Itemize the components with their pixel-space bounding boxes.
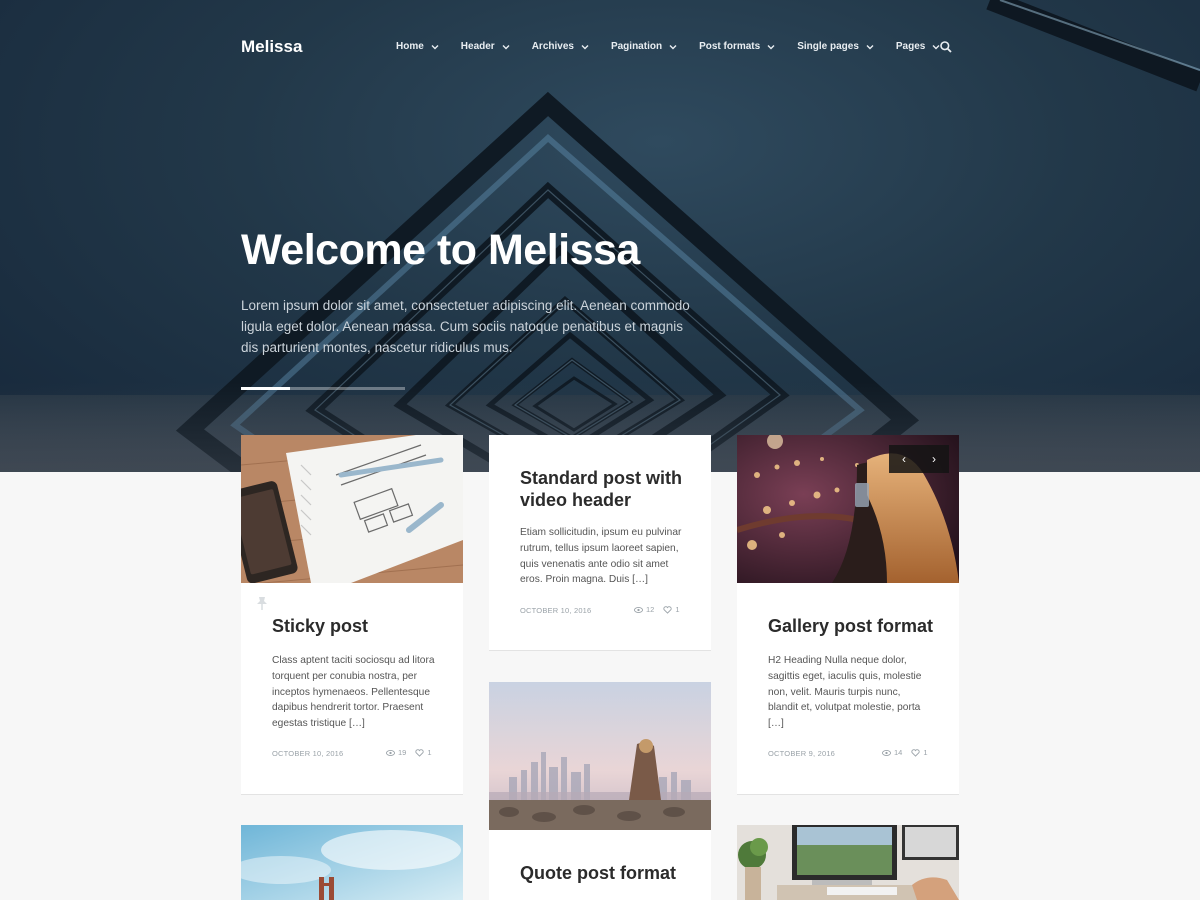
likes-count: 1	[427, 748, 432, 757]
gallery-next-button[interactable]: ›	[919, 445, 949, 473]
nav-item-archives[interactable]: Archives	[532, 40, 589, 54]
chevron-down-icon	[866, 45, 874, 50]
post-title[interactable]: Quote post format	[520, 862, 705, 884]
post-date: OCTOBER 9, 2016	[768, 749, 836, 758]
post-date: OCTOBER 10, 2016	[272, 749, 344, 758]
heart-icon[interactable]	[911, 748, 920, 757]
post-date: OCTOBER 10, 2016	[520, 606, 592, 615]
nav-item-label: Post formats	[699, 41, 761, 52]
nav-item-label: Home	[396, 41, 424, 52]
gallery-prev-button[interactable]: ‹	[889, 445, 919, 473]
chevron-down-icon	[669, 45, 677, 50]
nav-item-single-pages[interactable]: Single pages	[797, 40, 874, 54]
chevron-down-icon	[431, 45, 439, 50]
post-card-sticky[interactable]: Sticky post Class aptent taciti sociosqu…	[241, 435, 463, 795]
nav-item-home[interactable]: Home	[396, 40, 439, 54]
views-count: 19	[398, 748, 407, 757]
nav-item-label: Pages	[895, 41, 926, 52]
eye-icon	[386, 749, 395, 756]
post-thumbnail-city[interactable]	[489, 682, 711, 830]
post-stats: 12 1	[634, 605, 680, 614]
post-excerpt: Class aptent taciti sociosqu ad litora t…	[272, 655, 435, 730]
nav-item-label: Pagination	[610, 41, 663, 52]
likes-count: 1	[675, 605, 680, 614]
site-logo[interactable]: Melissa	[241, 36, 302, 58]
nav-item-label: Single pages	[797, 41, 859, 52]
nav-item-header[interactable]: Header	[461, 40, 510, 54]
chevron-down-icon	[502, 45, 510, 50]
post-thumbnail-bridge[interactable]	[241, 825, 463, 900]
nav-menu: Home Header Archives Pagination Post for…	[396, 40, 962, 54]
nav-item-label: Archives	[531, 41, 574, 52]
post-excerpt: Etiam sollicitudin, ipsum eu pulvinar ru…	[520, 527, 682, 586]
post-thumbnail-notebook[interactable]	[241, 435, 463, 583]
eye-icon	[882, 749, 891, 756]
nav-item-pages[interactable]: Pages	[896, 40, 940, 54]
post-title[interactable]: Standard post with video header	[520, 467, 695, 511]
chevron-down-icon	[581, 45, 589, 50]
gallery-controls: ‹ ›	[889, 445, 949, 473]
pin-icon	[257, 597, 267, 610]
slider-progress-fill	[241, 387, 291, 390]
post-card-gallery[interactable]: ‹ › Gallery post format H2 Heading Nulla…	[737, 435, 959, 795]
post-excerpt: H2 Heading Nulla neque dolor, sagittis e…	[768, 655, 922, 730]
hero-title: Welcome to Melissa	[241, 226, 640, 274]
post-card-quote[interactable]: Quote post format	[489, 682, 711, 900]
nav-item-pagination[interactable]: Pagination	[611, 40, 677, 54]
post-stats: 14 1	[882, 748, 928, 757]
views-count: 12	[646, 605, 655, 614]
post-card-desk[interactable]	[737, 825, 959, 900]
hero-description: Lorem ipsum dolor sit amet, consectetuer…	[241, 298, 690, 355]
chevron-down-icon	[767, 45, 775, 50]
post-card-bridge[interactable]	[241, 825, 463, 900]
post-card-standard-video[interactable]: Standard post with video header Etiam so…	[489, 435, 711, 651]
heart-icon[interactable]	[415, 748, 424, 757]
post-title[interactable]: Gallery post format	[768, 615, 953, 637]
likes-count: 1	[923, 748, 928, 757]
slider-progress-bar[interactable]	[241, 387, 405, 390]
main-navigation: Melissa Home Header Archives Pagination …	[241, 36, 959, 60]
post-thumbnail-desk[interactable]	[737, 825, 959, 900]
search-icon[interactable]	[939, 40, 953, 54]
views-count: 14	[894, 748, 903, 757]
nav-item-label: Header	[460, 41, 495, 52]
post-stats: 19 1	[386, 748, 432, 757]
post-title[interactable]: Sticky post	[272, 615, 447, 637]
eye-icon	[634, 606, 643, 613]
heart-icon[interactable]	[663, 605, 672, 614]
hero-section: Melissa Home Header Archives Pagination …	[0, 0, 1200, 472]
nav-item-post-formats[interactable]: Post formats	[699, 40, 775, 54]
